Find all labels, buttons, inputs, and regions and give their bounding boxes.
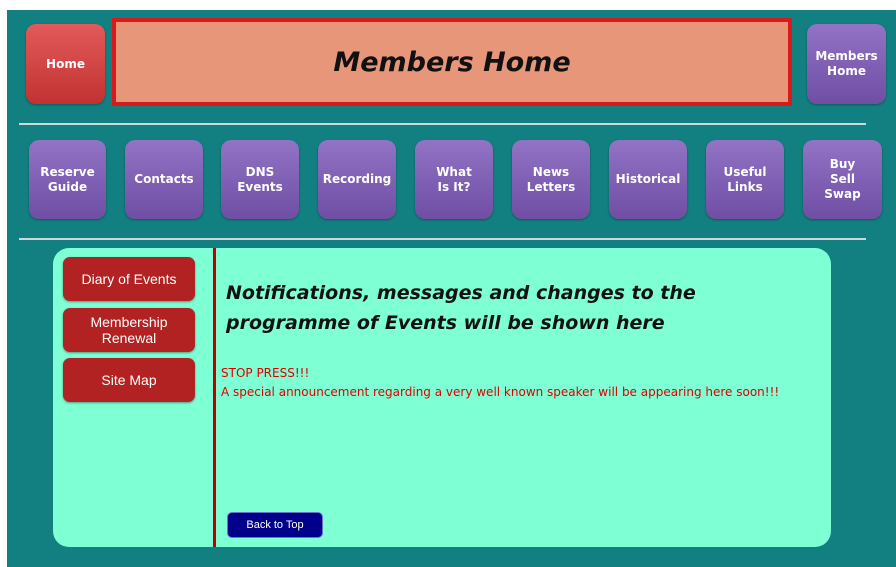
- home-button-label: Home: [46, 57, 85, 71]
- nav-buy-sell-swap[interactable]: Buy Sell Swap: [803, 140, 882, 219]
- nav-recording[interactable]: Recording: [318, 140, 396, 219]
- nav-dns-events-label: DNS Events: [237, 164, 283, 194]
- page-title: Members Home: [333, 46, 571, 78]
- nav-useful-links[interactable]: Useful Links: [706, 140, 784, 219]
- nav-contacts-label: Contacts: [134, 172, 194, 186]
- nav-what-is-it[interactable]: What Is It?: [415, 140, 493, 219]
- sidebar-item-membership-renewal[interactable]: Membership Renewal: [63, 308, 195, 352]
- notice-heading: Notifications, messages and changes to t…: [226, 282, 696, 334]
- nav-recording-label: Recording: [322, 172, 392, 186]
- nav-reserve-guide-label: Reserve Guide: [40, 164, 95, 194]
- page-title-banner: Members Home: [112, 18, 792, 106]
- sidebar-item-site-map[interactable]: Site Map: [63, 358, 195, 402]
- back-to-top-label: Back to Top: [246, 519, 304, 531]
- members-home-label: Members Home: [815, 49, 878, 78]
- home-button[interactable]: Home: [26, 24, 105, 104]
- nav-buy-sell-swap-label: Buy Sell Swap: [824, 157, 861, 201]
- sidebar-item-diary-of-events[interactable]: Diary of Events: [63, 257, 195, 301]
- sidebar-item-label: Diary of Events: [81, 271, 177, 287]
- top-divider: [19, 123, 866, 125]
- sidebar-item-label: Site Map: [101, 372, 157, 388]
- stop-press-title: STOP PRESS!!!: [221, 366, 310, 380]
- content-panel: Diary of Events Membership Renewal Site …: [53, 248, 831, 547]
- nav-contacts[interactable]: Contacts: [125, 140, 203, 219]
- stop-press-body: A special announcement regarding a very …: [221, 385, 780, 399]
- nav-historical[interactable]: Historical: [609, 140, 687, 219]
- nav-what-is-it-label: What Is It?: [436, 164, 472, 194]
- back-to-top-button[interactable]: Back to Top: [227, 512, 323, 538]
- stop-press: STOP PRESS!!! A special announcement reg…: [221, 364, 829, 402]
- page: Home Members Home Members Home Reserve G…: [7, 10, 896, 567]
- nav-historical-label: Historical: [615, 172, 681, 186]
- nav-reserve-guide[interactable]: Reserve Guide: [29, 140, 106, 219]
- sidebar-item-label: Membership Renewal: [90, 314, 168, 346]
- members-home-button[interactable]: Members Home: [807, 24, 886, 104]
- nav-divider: [19, 238, 866, 240]
- nav-news-letters[interactable]: News Letters: [512, 140, 590, 219]
- nav-news-letters-label: News Letters: [526, 164, 576, 194]
- nav-dns-events[interactable]: DNS Events: [221, 140, 299, 219]
- nav-useful-links-label: Useful Links: [723, 164, 767, 194]
- content-divider: [213, 248, 216, 547]
